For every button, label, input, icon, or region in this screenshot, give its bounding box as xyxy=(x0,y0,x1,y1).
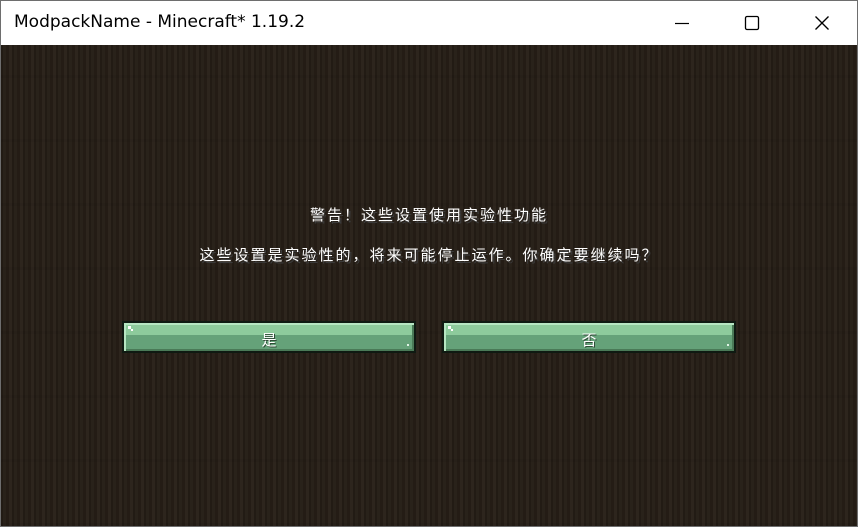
minimize-button[interactable] xyxy=(647,1,717,45)
yes-button[interactable]: 是 xyxy=(122,321,416,353)
close-button[interactable] xyxy=(787,1,857,45)
window-title: ModpackName - Minecraft* 1.19.2 xyxy=(14,12,306,32)
close-icon xyxy=(815,16,829,30)
warning-title: 警告！这些设置使用实验性功能 xyxy=(309,206,548,224)
maximize-button[interactable] xyxy=(717,1,787,45)
dialog-screen: 警告！这些设置使用实验性功能 这些设置是实验性的，将来可能停止运作。你确定要继续… xyxy=(1,45,857,526)
warning-message: 这些设置是实验性的，将来可能停止运作。你确定要继续吗？ xyxy=(199,246,659,264)
minecraft-window: ModpackName - Minecraft* 1.19.2 警告！这些设置使… xyxy=(0,0,858,527)
minimize-icon xyxy=(675,22,689,25)
title-bar[interactable]: ModpackName - Minecraft* 1.19.2 xyxy=(1,1,857,45)
maximize-icon xyxy=(744,15,760,31)
no-button[interactable]: 否 xyxy=(442,321,736,353)
no-button-label: 否 xyxy=(581,331,597,349)
yes-button-label: 是 xyxy=(261,331,277,349)
